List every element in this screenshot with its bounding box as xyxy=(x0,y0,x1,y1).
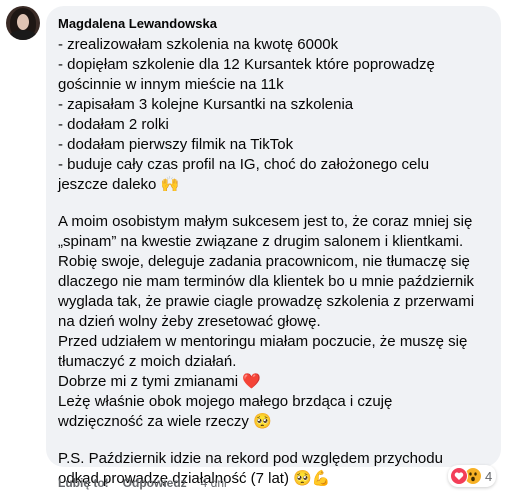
heart-glyph xyxy=(454,472,464,480)
comment-timestamp[interactable]: 4 dni xyxy=(201,476,227,490)
avatar[interactable] xyxy=(6,6,40,40)
comment-line: wyglada tak, że prawie ciagle prowadzę s… xyxy=(58,293,475,310)
comment-line: - buduje cały czas profil na IG, choć do… xyxy=(58,156,430,173)
comment-line: - dodałam 2 rolki xyxy=(58,116,169,133)
comment-author[interactable]: Magdalena Lewandowska xyxy=(58,15,489,32)
comment-line: gościnnie w innym mieście na 11k xyxy=(58,76,284,93)
comment-line: Robię swoje, deleguje zadania pracownico… xyxy=(58,253,470,270)
comment-line: dlaczego nie mam terminów dla klientek b… xyxy=(58,273,475,290)
comment-bubble: Magdalena Lewandowska - zrealizowałam sz… xyxy=(46,6,501,487)
comment-line: P.S. Październik idzie na rekord pod wzg… xyxy=(58,450,443,467)
comment-line: A moim osobistym małym sukcesem jest to,… xyxy=(58,213,473,230)
comment-actions: Lubię to! Odpowiedz 4 dni xyxy=(58,476,227,490)
comment-line: - zrealizowałam szkolenia na kwotę 6000k xyxy=(58,36,339,53)
avatar-shoulders xyxy=(8,30,38,40)
wow-face-glyph xyxy=(469,472,477,482)
reaction-count: 4 xyxy=(485,468,493,484)
comment-paragraph-2: A moim osobistym małym sukcesem jest to,… xyxy=(58,212,489,432)
avatar-face xyxy=(17,14,29,30)
comment-line: - zapisałam 3 kolejne Kursantki na szkol… xyxy=(58,96,354,113)
comment-line: wdzięczność za wiele rzeczy 🥺 xyxy=(58,413,272,430)
comment-line: Dobrze mi z tymi zmianami ❤️ xyxy=(58,373,261,390)
comment-line: jeszcze daleko 🙌 xyxy=(58,176,180,193)
comment-line: na dzień wolny żeby zresetować głowę. xyxy=(58,313,321,330)
comment-line: - dopięłam szkolenie dla 12 Kursantek kt… xyxy=(58,56,435,73)
comment-line: „spinam” na kwestie związane z drugim sa… xyxy=(58,233,464,250)
reactions-summary[interactable]: 4 xyxy=(448,465,497,487)
like-button[interactable]: Lubię to! xyxy=(58,476,109,490)
comment-line: Leżę właśnie obok mojego małego brzdąca … xyxy=(58,393,393,410)
comment-line: Przed udziałem w mentoringu miałam poczu… xyxy=(58,333,468,350)
comment-paragraph-1: - zrealizowałam szkolenia na kwotę 6000k… xyxy=(58,35,489,195)
reply-button[interactable]: Odpowiedz xyxy=(123,476,187,490)
comment-line: - dodałam pierwszy filmik na TikTok xyxy=(58,136,294,153)
love-icon xyxy=(450,467,468,485)
comment-line: tłumaczyć z moich działań. xyxy=(58,353,237,370)
